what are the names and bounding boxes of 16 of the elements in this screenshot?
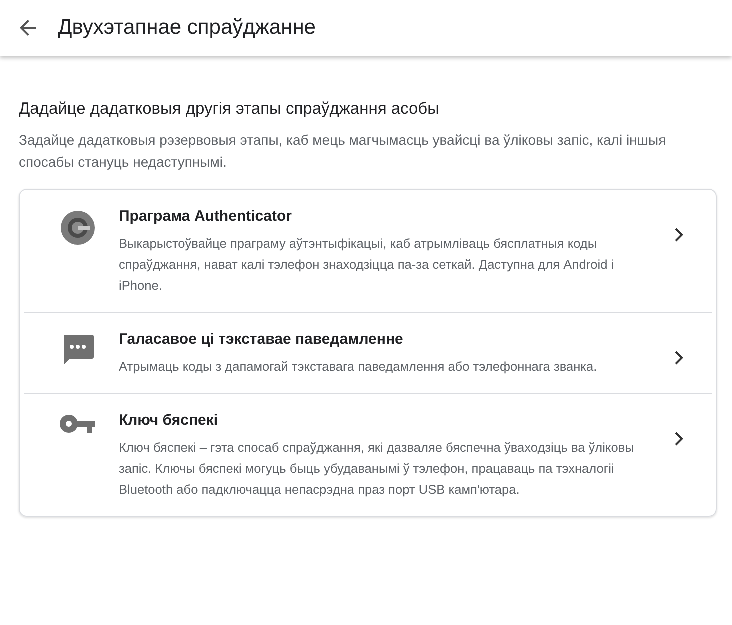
option-description: Атрымаць коды з дапамогай тэкставага паведамлення або тэлефоннага званка. xyxy=(119,358,598,376)
option-description: Выкарыстоўвайце праграму аўтэнтыфікацыі, каб атрымліваць бясплатныя коды спраўджання, нават калі тэлефон знаходзіцца па-за сеткай. Даступна для Android і iPhone. xyxy=(119,235,616,295)
section-description: Задайце дадатковыя рэзервовыя этапы, каб мець магчымасць увайсці ва ўліковы запіс, калі іншыя спосабы стануць недаступнымі. xyxy=(19,131,668,172)
option-title: Ключ бяспекі xyxy=(119,412,220,429)
page-title: Двухэтапнае спраўджанне xyxy=(58,16,316,40)
option-row[interactable]: Галасавое ці тэкставае паведамленне Атрымаць коды з дапамогай тэкставага паведамлення або тэлефоннага званка. xyxy=(24,313,712,394)
chevron-right-icon xyxy=(674,351,684,365)
authenticator-icon xyxy=(60,210,96,246)
section-heading: Дадайце дадатковыя другія этапы спраўджання асобы xyxy=(19,100,440,119)
key-icon xyxy=(60,414,96,434)
option-description: Ключ бяспекі – гэта спосаб спраўджання, які дазваляе бяспечна ўваходзіць ва ўліковы запіс. Ключы бяспекі могуць быць убудаванымі ў тэлефон, працаваць па тэхналогіі Bluetooth або падключацца непасрэдна праз порт USB камп'ютара. xyxy=(119,439,636,499)
option-row[interactable]: Праграма Authenticator Выкарыстоўвайце праграму аўтэнтыфікацыі, каб атрымліваць бясплатныя коды спраўджання, нават калі тэлефон знаходзіцца па-за сеткай. Даступна для Android і iPhone. xyxy=(24,190,712,313)
chevron-right-icon xyxy=(674,228,684,242)
chevron-right-icon xyxy=(674,432,684,446)
option-title: Праграма Authenticator xyxy=(119,208,293,225)
option-title: Галасавое ці тэкставае паведамленне xyxy=(119,331,404,348)
